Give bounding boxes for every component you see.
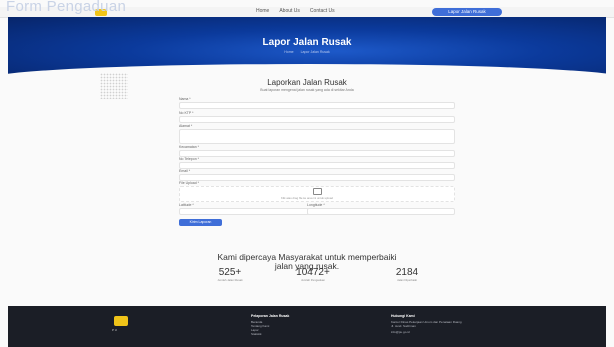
- report-cta-button[interactable]: Lapor Jalan Rusak: [432, 8, 502, 16]
- file-upload-label: File Upload *: [179, 181, 200, 185]
- email-label: Email *: [179, 169, 191, 173]
- stat-caption: Jalan Diperbaiki: [397, 278, 417, 282]
- stat-caption: Jumlah Pengaduan: [300, 278, 326, 282]
- form-title: Laporkan Jalan Rusak: [267, 78, 347, 87]
- stat-pengaduan: 10472+ Jumlah Pengaduan: [283, 267, 343, 283]
- stat-caption: Jumlah Jalan Rusak: [217, 278, 243, 282]
- alamat-label: Alamat *: [179, 124, 193, 128]
- nama-field[interactable]: [179, 102, 455, 109]
- footer-logo: [114, 316, 128, 326]
- hero-title: Lapor Jalan Rusak: [262, 37, 352, 48]
- footer-col1-title: Pelaporan Jalan Rusak: [251, 314, 290, 318]
- stat-diperbaiki: 2184 Jalan Diperbaiki: [382, 267, 432, 283]
- longitude-label: Longitude *: [307, 203, 325, 207]
- hero-curve: [8, 64, 606, 74]
- main-nav: Home About Us Contact Us: [256, 8, 335, 14]
- nav-contact[interactable]: Contact Us: [310, 8, 335, 14]
- breadcrumb-current: Lapor Jalan Rusak: [300, 50, 330, 54]
- upload-icon: [313, 188, 322, 195]
- nik-label: No KTP *: [179, 111, 194, 115]
- stat-value: 10472+: [296, 267, 330, 278]
- alamat-textarea[interactable]: [179, 129, 455, 144]
- longitude-field[interactable]: [307, 208, 455, 215]
- form-subtitle: Buat laporan mengenai jalan rusak yang a…: [260, 88, 354, 92]
- nik-field[interactable]: [179, 116, 455, 123]
- hero-banner: Lapor Jalan Rusak Home Lapor Jalan Rusak: [8, 17, 606, 74]
- window-title: Form Pengaduan: [6, 0, 127, 15]
- breadcrumb: Home Lapor Jalan Rusak: [8, 50, 606, 54]
- latitude-label: Latitude *: [179, 203, 194, 207]
- telepon-label: No Telepon *: [179, 157, 199, 161]
- telepon-field[interactable]: [179, 162, 455, 169]
- footer-address: Jl. Jend. Sudirman: [391, 324, 416, 328]
- kecamatan-label: Kecamatan *: [179, 145, 200, 149]
- footer-logo-text: P U: [112, 328, 117, 332]
- footer-col2-title: Hubungi Kami: [391, 314, 415, 318]
- stat-value: 525+: [218, 267, 242, 278]
- kecamatan-field[interactable]: [179, 150, 455, 157]
- nav-about[interactable]: About Us: [279, 8, 300, 14]
- nama-label: Nama *: [179, 97, 191, 101]
- upload-hint: Klik atau drag file ke area ini untuk up…: [281, 196, 333, 200]
- submit-report-button[interactable]: Kirim Laporan: [179, 219, 222, 226]
- breadcrumb-home[interactable]: Home: [284, 50, 293, 54]
- nav-home[interactable]: Home: [256, 8, 269, 14]
- footer-link[interactable]: Statistik: [251, 332, 262, 336]
- latitude-field[interactable]: [179, 208, 309, 215]
- footer-email[interactable]: info@pu.go.id: [391, 330, 410, 334]
- site-footer: P U Pelaporan Jalan Rusak Beranda Tentan…: [8, 306, 606, 347]
- stat-value: 2184: [395, 267, 419, 278]
- stat-jalan-rusak: 525+ Jumlah Jalan Rusak: [205, 267, 255, 283]
- email-field[interactable]: [179, 174, 455, 181]
